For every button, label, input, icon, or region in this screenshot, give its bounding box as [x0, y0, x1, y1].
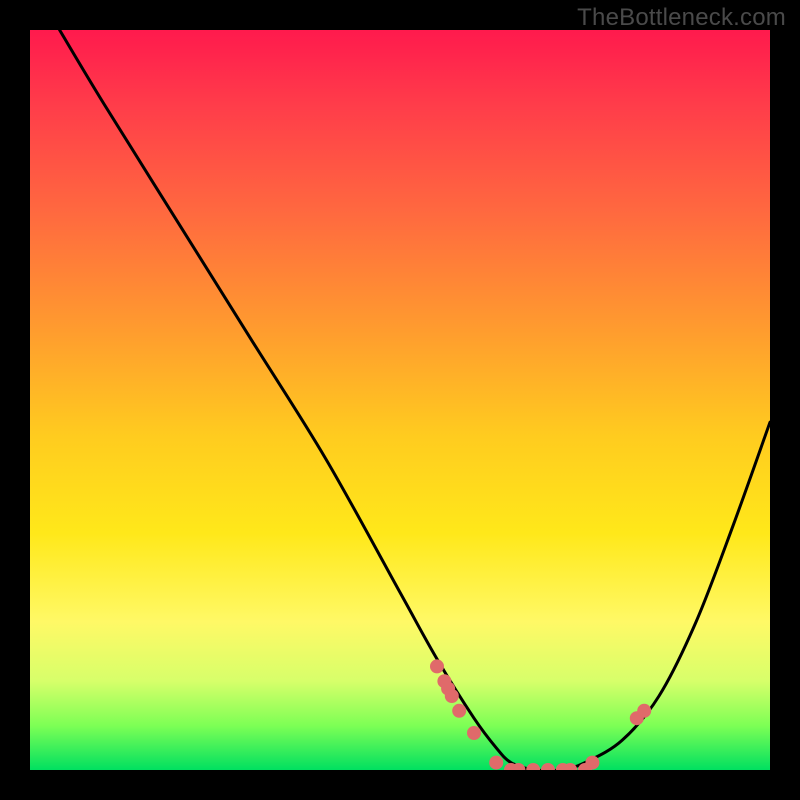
highlight-dot	[541, 763, 555, 770]
highlight-dot	[452, 704, 466, 718]
watermark-text: TheBottleneck.com	[577, 4, 786, 32]
highlight-dot	[637, 704, 651, 718]
bottleneck-curve-line	[60, 30, 770, 770]
highlight-dot	[430, 659, 444, 673]
highlight-dot	[526, 763, 540, 770]
highlight-dot	[585, 756, 599, 770]
highlight-dot	[489, 756, 503, 770]
highlight-dots-group	[430, 659, 651, 770]
highlight-dot	[467, 726, 481, 740]
chart-area	[30, 30, 770, 770]
chart-svg	[30, 30, 770, 770]
highlight-dot	[445, 689, 459, 703]
outer-frame: TheBottleneck.com	[0, 0, 800, 800]
